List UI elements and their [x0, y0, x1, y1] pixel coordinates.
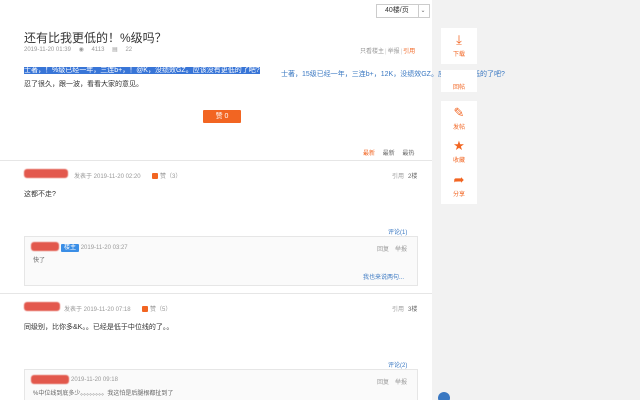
post-date: 2019-11-20 01:39 [24, 47, 71, 53]
help-icon[interactable] [438, 392, 450, 400]
comments-icon: ▤ [112, 47, 118, 53]
page-size-label: 40楼/页 [385, 7, 409, 14]
toolbar-reply-label: 回帖 [452, 85, 465, 91]
post-meta: 2019-11-20 01:39 ◉ 4113 ▤ 22 [24, 46, 138, 53]
sub-text: %中位线到底多少。。。。。。。。我这怕是后腿根都扯到了 [33, 391, 174, 397]
reply-likes-label: 赞（5） [150, 307, 172, 313]
reply-date: 发表于 2019-11-20 02:20 [74, 174, 141, 180]
toolbar-share-label: 分享 [452, 192, 465, 198]
sub-date: 2019-11-20 03:27 [80, 245, 128, 251]
only-op-link[interactable]: 只看楼主 [360, 49, 384, 55]
post-body-line1: 士著，！%级已经一年，三连b+，！@K，没绩效GZ。应该没有更低的了吧? 士著，… [24, 65, 505, 78]
post-title: 还有比我更低的！%级吗？ [24, 31, 167, 45]
like-icon [152, 173, 158, 180]
reply-quote[interactable]: 引用 [392, 304, 404, 313]
page: 40楼/页 ⌄ 还有比我更低的！%级吗？ 2019-11-20 01:39 ◉ … [0, 0, 640, 400]
toolbar-share[interactable]: ➦ 分享 [441, 168, 477, 204]
reply-floor: 3楼 [408, 307, 418, 313]
sub-avatar-redacted [31, 375, 69, 384]
like-button[interactable]: 赞 0 [203, 110, 241, 123]
post-comments: 22 [125, 47, 133, 53]
reply-item: 发表于 2019-11-20 07:18 赞（5） 引用 3楼 同级别，比你多&… [0, 293, 432, 400]
comment-link[interactable]: 评论(1) [388, 227, 407, 236]
main-content: 40楼/页 ⌄ 还有比我更低的！%级吗？ 2019-11-20 01:39 ◉ … [0, 0, 505, 400]
post-actions: 只看楼主|举报|引用 [360, 49, 416, 55]
reply-text: 这都不走? [24, 191, 56, 198]
toolbar-post[interactable]: ✎ 发帖 [441, 101, 477, 137]
sub-avatar-redacted [31, 242, 59, 251]
avatar-redacted [24, 169, 68, 178]
reply-likes[interactable]: 赞（5） [142, 304, 171, 313]
op-tag: 楼主 [61, 244, 80, 252]
quote-link[interactable]: 引用 [403, 49, 415, 55]
sub-reply-link[interactable]: 回复 [377, 244, 389, 253]
avatar-redacted [24, 302, 60, 311]
chevron-down-icon: ⌄ [418, 5, 427, 17]
sub-comment-box: 楼主 2019-11-20 03:27 快了 回复 举报 我也来说两句... [24, 236, 418, 286]
reply-likes-label: 赞（3） [160, 174, 182, 180]
sub-date: 2019-11-20 09:18 [71, 377, 118, 383]
edit-icon: ✎ [453, 105, 465, 120]
report-link[interactable]: 举报 [388, 49, 400, 55]
sub-reply-link[interactable]: 回复 [377, 377, 389, 386]
like-icon [142, 306, 148, 313]
comment-link[interactable]: 评论(2) [388, 360, 407, 369]
star-icon: ★ [453, 138, 465, 153]
toolbar-reply[interactable]: 回帖 [441, 70, 477, 92]
sub-comment-box: 2019-11-20 09:18 %中位线到底多少。。。。。。。。我这怕是后腿根… [24, 369, 418, 400]
toolbar-download[interactable]: ⤓ 下载 [441, 28, 477, 64]
sub-report-link[interactable]: 举报 [395, 377, 407, 386]
views-icon: ◉ [78, 47, 84, 53]
reply-item: 发表于 2019-11-20 02:20 赞（3） 引用 2楼 这都不走? 评论… [0, 160, 432, 290]
selected-text: 士著，！%级已经一年，三连b+，！@K，没绩效GZ。应该没有更低的了吧? [24, 67, 260, 74]
tab-hot[interactable]: 最热 [402, 151, 414, 157]
toolbar-favorite[interactable]: ★ 收藏 [441, 134, 477, 170]
tab-latest[interactable]: 最新 [383, 151, 395, 157]
tab-new[interactable]: 最新 [363, 151, 375, 157]
write-comment-link[interactable]: 我也来说两句... [363, 272, 404, 281]
sort-tabs: 最新 最新 最热 [363, 148, 420, 157]
toolbar-favorite-label: 收藏 [452, 158, 465, 164]
page-size-select[interactable]: 40楼/页 ⌄ [376, 4, 430, 18]
reply-floor: 2楼 [408, 174, 418, 180]
sub-meta: 楼主 2019-11-20 03:27 [61, 244, 128, 252]
like-label: 赞 0 [215, 113, 229, 120]
toolbar-post-label: 发帖 [452, 125, 465, 131]
sub-report-link[interactable]: 举报 [395, 244, 407, 253]
download-icon: ⤓ [456, 32, 462, 47]
reply-likes[interactable]: 赞（3） [152, 171, 181, 180]
reply-text: 同级别，比你多&K。。已经是低于中位线的了。。 [24, 324, 174, 331]
post-body-line2: 忍了很久，跟一波，看看大家的意见。 [24, 81, 143, 88]
reply-quote[interactable]: 引用 [392, 171, 404, 180]
sub-text: 快了 [33, 258, 46, 264]
toolbar-download-label: 下载 [452, 52, 465, 58]
share-icon: ➦ [453, 172, 465, 187]
reply-date: 发表于 2019-11-20 07:18 [64, 307, 131, 313]
post-views: 4113 [91, 47, 105, 53]
